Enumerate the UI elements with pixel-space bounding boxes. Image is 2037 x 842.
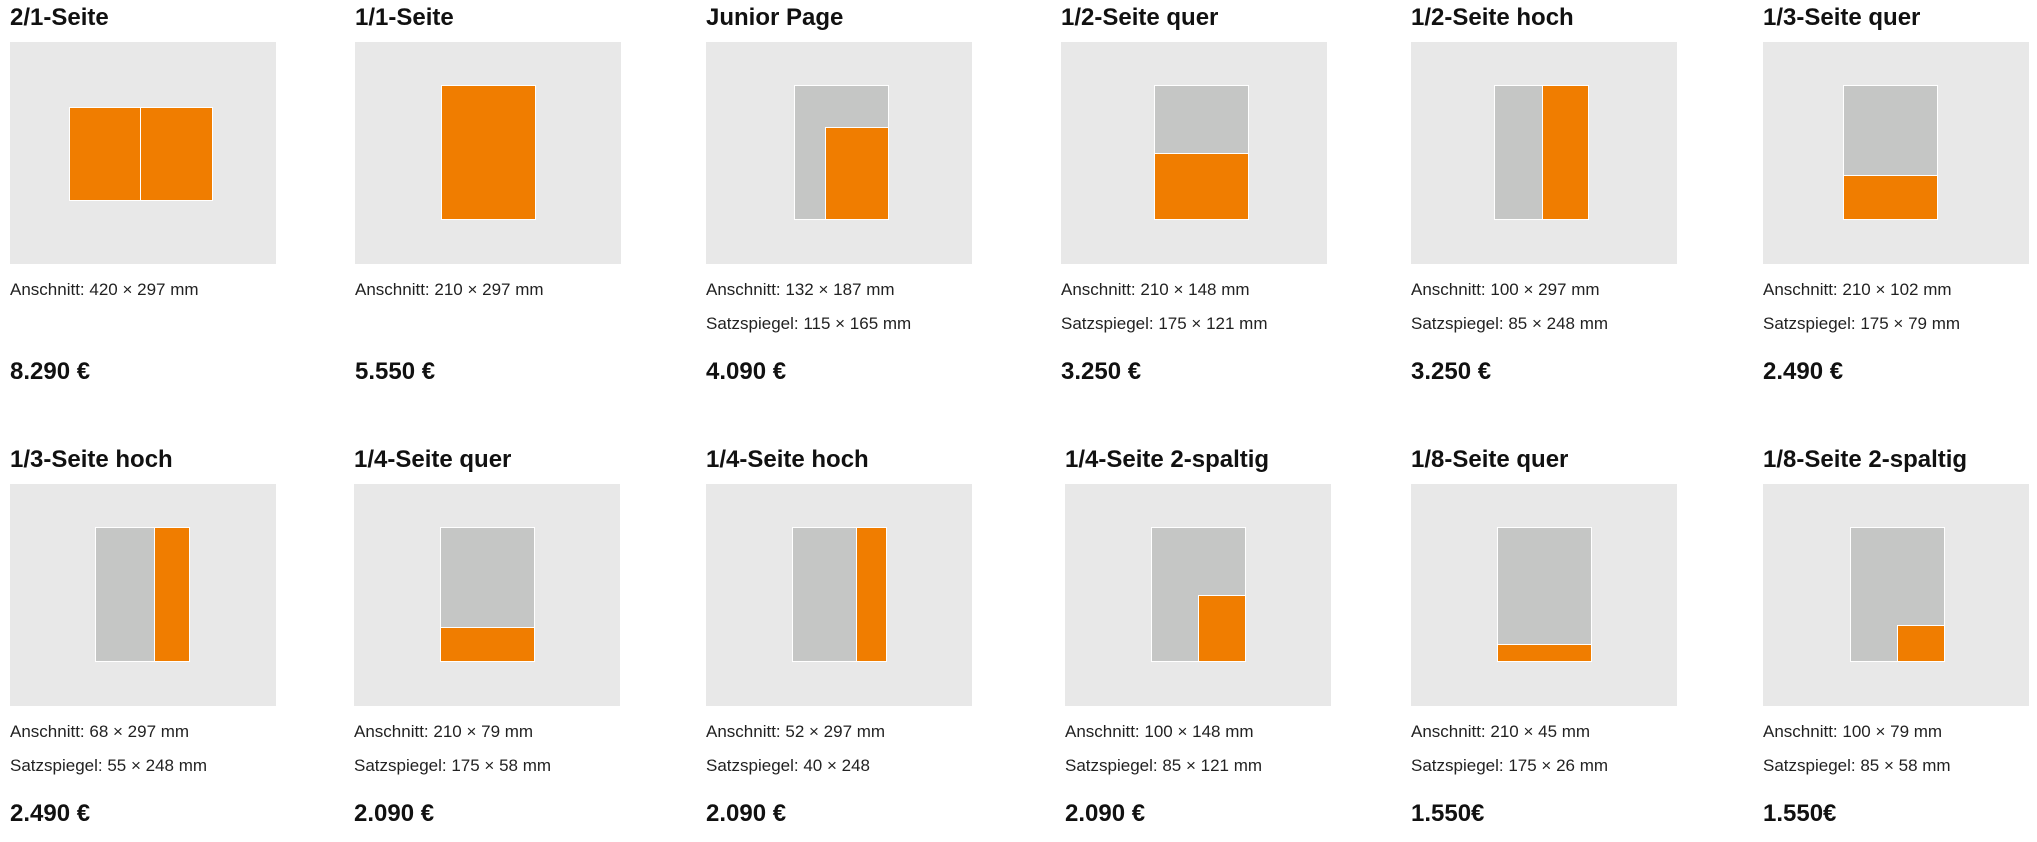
anschnitt-text: Anschnitt: 210 × 79 mm	[354, 722, 534, 741]
price: 2.490 €	[10, 800, 91, 827]
format-title: 1/2-Seite quer	[1061, 4, 1219, 31]
format-preview	[10, 484, 276, 706]
ad-area-right-page	[140, 107, 213, 201]
format-title: 1/4-Seite 2-spaltig	[1065, 446, 1270, 473]
ad-area	[441, 85, 536, 220]
ad-format-1-8-seite-2-spaltig: 1/8-Seite 2-spaltig Anschnitt: 100 × 79 …	[1763, 442, 2033, 842]
ad-area	[856, 527, 887, 662]
format-preview	[354, 484, 620, 706]
format-preview	[1411, 42, 1677, 264]
price: 2.490 €	[1763, 358, 1844, 385]
format-preview	[1763, 484, 2029, 706]
ad-format-1-2-seite-hoch: 1/2-Seite hoch Anschnitt: 100 × 297 mm S…	[1411, 0, 1681, 400]
ad-format-1-8-seite-quer: 1/8-Seite quer Anschnitt: 210 × 45 mm Sa…	[1411, 442, 1681, 842]
format-title: 1/4-Seite quer	[354, 446, 512, 473]
satzspiegel-text: Satzspiegel: 175 × 58 mm	[354, 756, 552, 775]
format-title: 1/4-Seite hoch	[706, 446, 869, 473]
anschnitt-text: Anschnitt: 210 × 102 mm	[1763, 280, 1952, 299]
anschnitt-text: Anschnitt: 100 × 297 mm	[1411, 280, 1600, 299]
ad-format-1-4-seite-hoch: 1/4-Seite hoch Anschnitt: 52 × 297 mm Sa…	[706, 442, 976, 842]
price: 1.550€	[1411, 800, 1485, 827]
format-preview	[706, 484, 972, 706]
satzspiegel-text: Satzspiegel: 85 × 248 mm	[1411, 314, 1609, 333]
ad-area	[1542, 85, 1589, 220]
ad-format-1-2-seite-quer: 1/2-Seite quer Anschnitt: 210 × 148 mm S…	[1061, 0, 1331, 400]
format-title: 1/1-Seite	[355, 4, 454, 31]
anschnitt-text: Anschnitt: 100 × 79 mm	[1763, 722, 1943, 741]
ad-area	[1897, 625, 1945, 662]
price: 4.090 €	[706, 358, 787, 385]
ad-format-2-1-seite: 2/1-Seite Anschnitt: 420 × 297 mm 8.290 …	[10, 0, 280, 400]
ad-format-1-3-seite-hoch: 1/3-Seite hoch Anschnitt: 68 × 297 mm Sa…	[10, 442, 280, 842]
anschnitt-text: Anschnitt: 210 × 148 mm	[1061, 280, 1250, 299]
ad-area	[1154, 153, 1249, 220]
ad-format-1-1-seite: 1/1-Seite Anschnitt: 210 × 297 mm 5.550 …	[355, 0, 625, 400]
satzspiegel-text: Satzspiegel: 115 × 165 mm	[706, 314, 912, 333]
anschnitt-text: Anschnitt: 420 × 297 mm	[10, 280, 199, 299]
format-preview	[1763, 42, 2029, 264]
anschnitt-text: Anschnitt: 52 × 297 mm	[706, 722, 886, 741]
ad-area	[825, 127, 889, 220]
price: 1.550€	[1763, 800, 1837, 827]
price: 2.090 €	[706, 800, 787, 827]
format-preview	[10, 42, 276, 264]
satzspiegel-text: Satzspiegel: 175 × 121 mm	[1061, 314, 1268, 333]
format-preview	[706, 42, 972, 264]
price: 2.090 €	[354, 800, 435, 827]
format-preview	[355, 42, 621, 264]
anschnitt-text: Anschnitt: 100 × 148 mm	[1065, 722, 1254, 741]
ad-format-1-4-seite-2-spaltig: 1/4-Seite 2-spaltig Anschnitt: 100 × 148…	[1065, 442, 1335, 842]
price: 8.290 €	[10, 358, 91, 385]
satzspiegel-text: Satzspiegel: 175 × 26 mm	[1411, 756, 1609, 775]
anschnitt-text: Anschnitt: 210 × 297 mm	[355, 280, 544, 299]
ad-area	[1198, 595, 1246, 662]
ad-area	[1497, 644, 1592, 662]
format-title: Junior Page	[706, 4, 844, 31]
price: 5.550 €	[355, 358, 436, 385]
satzspiegel-text: Satzspiegel: 85 × 121 mm	[1065, 756, 1263, 775]
format-title: 2/1-Seite	[10, 4, 109, 31]
anschnitt-text: Anschnitt: 68 × 297 mm	[10, 722, 190, 741]
format-title: 1/8-Seite 2-spaltig	[1763, 446, 1968, 473]
satzspiegel-text: Satzspiegel: 175 × 79 mm	[1763, 314, 1961, 333]
ad-area	[440, 627, 535, 662]
price: 3.250 €	[1411, 358, 1492, 385]
ad-area-left-page	[69, 107, 141, 201]
ad-format-1-4-seite-quer: 1/4-Seite quer Anschnitt: 210 × 79 mm Sa…	[354, 442, 624, 842]
satzspiegel-text: Satzspiegel: 85 × 58 mm	[1763, 756, 1951, 775]
price: 3.250 €	[1061, 358, 1142, 385]
ad-area	[154, 527, 190, 662]
format-title: 1/3-Seite hoch	[10, 446, 173, 473]
format-title: 1/8-Seite quer	[1411, 446, 1569, 473]
satzspiegel-text: Satzspiegel: 55 × 248 mm	[10, 756, 208, 775]
ad-format-junior-page: Junior Page Anschnitt: 132 × 187 mm Satz…	[706, 0, 976, 400]
page-outline	[1497, 527, 1592, 662]
format-preview	[1061, 42, 1327, 264]
ad-area	[1843, 175, 1938, 220]
format-title: 1/2-Seite hoch	[1411, 4, 1574, 31]
format-preview	[1411, 484, 1677, 706]
ad-format-1-3-seite-quer: 1/3-Seite quer Anschnitt: 210 × 102 mm S…	[1763, 0, 2033, 400]
anschnitt-text: Anschnitt: 210 × 45 mm	[1411, 722, 1591, 741]
price: 2.090 €	[1065, 800, 1146, 827]
format-preview	[1065, 484, 1331, 706]
format-title: 1/3-Seite quer	[1763, 4, 1921, 31]
anschnitt-text: Anschnitt: 132 × 187 mm	[706, 280, 895, 299]
satzspiegel-text: Satzspiegel: 40 × 248	[706, 756, 870, 775]
